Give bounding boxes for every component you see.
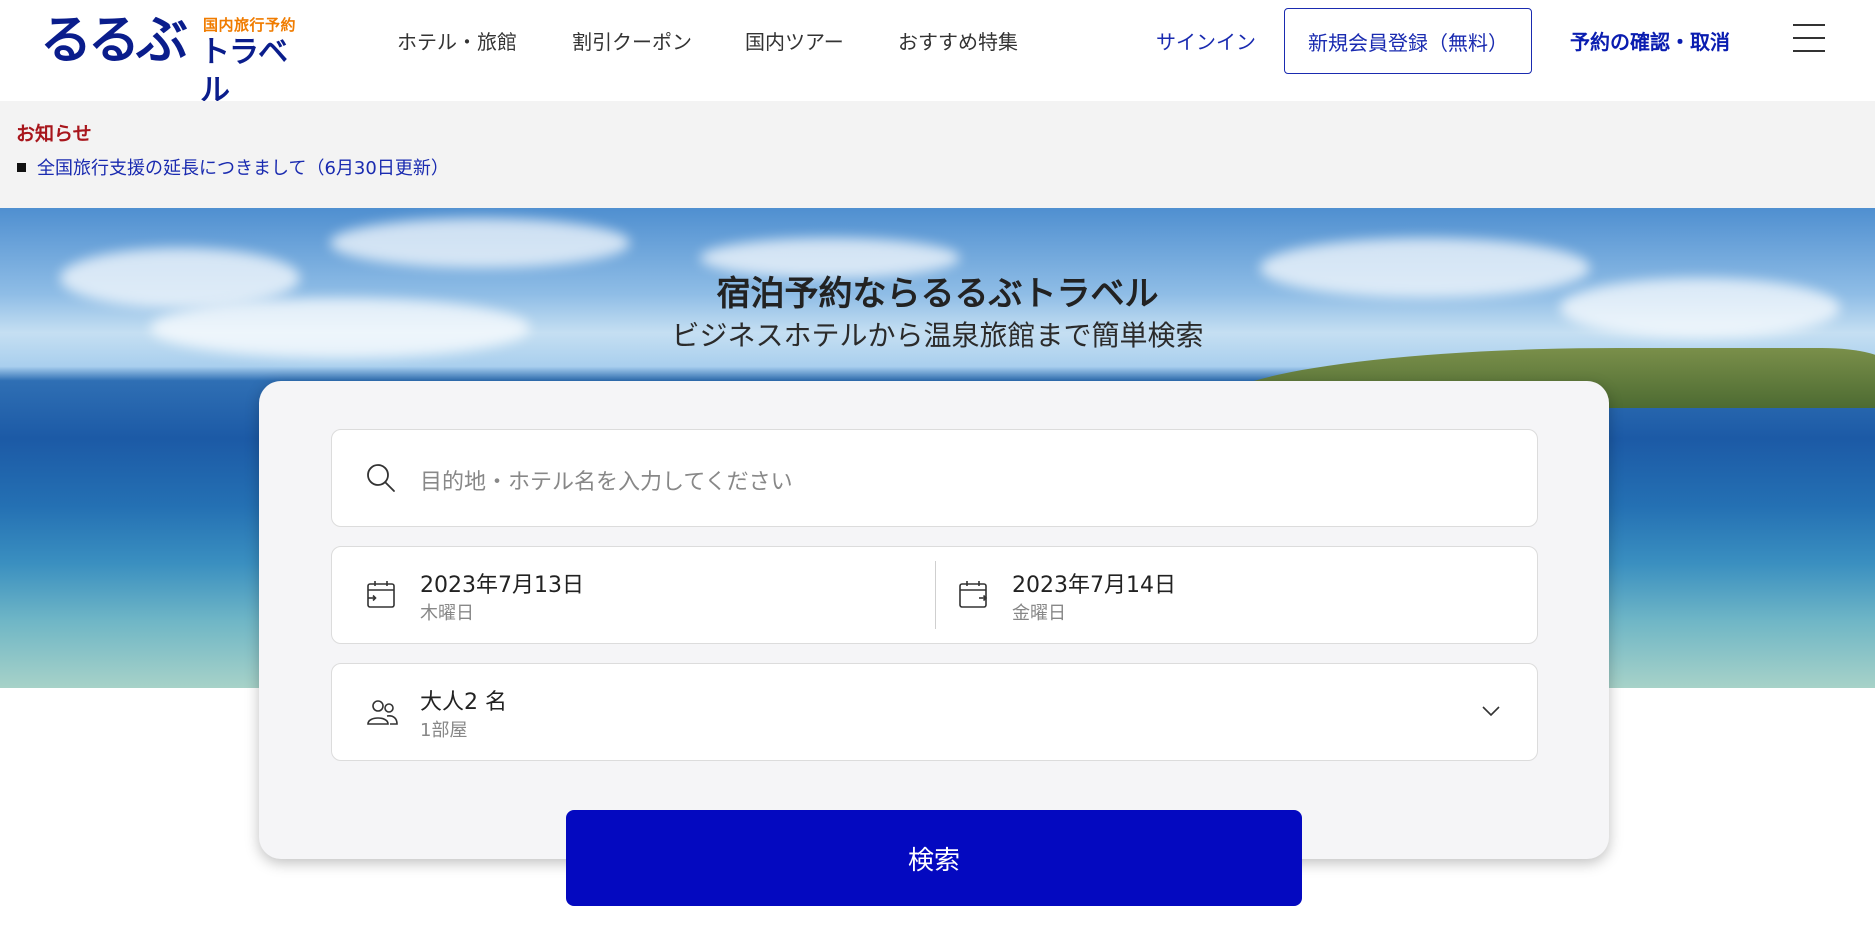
search-icon xyxy=(367,464,395,492)
nav-item-hotels[interactable]: ホテル・旅館 xyxy=(397,26,517,55)
notice-banner: お知らせ 全国旅行支援の延長につきまして（6月30日更新） xyxy=(0,101,1875,208)
checkout-date: 2023年7月14日 xyxy=(1012,573,1176,598)
site-logo[interactable]: るるぶ 国内旅行予約 トラベル xyxy=(40,10,315,108)
checkin-weekday: 木曜日 xyxy=(420,603,474,624)
signin-link[interactable]: サインイン xyxy=(1156,26,1256,55)
checkout-date-field[interactable]: 2023年7月14日 金曜日 xyxy=(924,547,1537,643)
calendar-checkin-icon xyxy=(367,581,395,608)
checkout-weekday: 金曜日 xyxy=(1012,603,1066,624)
logo-sub-text: 国内旅行予約 xyxy=(203,16,297,34)
site-header: るるぶ 国内旅行予約 トラベル ホテル・旅館 割引クーポン 国内ツアー おすすめ… xyxy=(0,0,1875,108)
calendar-checkout-icon xyxy=(959,581,988,608)
cloud-decoration xyxy=(330,218,630,268)
register-button[interactable]: 新規会員登録（無料） xyxy=(1284,8,1532,74)
guests-rooms: 1部屋 xyxy=(420,720,468,741)
hamburger-menu-icon[interactable] xyxy=(1793,24,1825,52)
nav-item-tours[interactable]: 国内ツアー xyxy=(745,26,844,55)
hero-subtitle: ビジネスホテルから温泉旅館まで簡単検索 xyxy=(671,319,1204,352)
logo-main-text: るるぶ xyxy=(40,11,188,71)
guests-selector[interactable]: 大人2 名 1部屋 xyxy=(331,663,1538,761)
people-icon xyxy=(367,700,398,725)
nav-item-coupons[interactable]: 割引クーポン xyxy=(572,26,692,55)
guests-adults: 大人2 名 xyxy=(420,690,507,715)
nav-item-features[interactable]: おすすめ特集 xyxy=(898,26,1018,55)
date-selector: 2023年7月13日 木曜日 2023年7月14日 金曜日 xyxy=(331,546,1538,644)
search-card: 目的地・ホテル名を入力してください 2023年7月13日 木曜日 2023年7月… xyxy=(259,381,1609,859)
search-placeholder: 目的地・ホテル名を入力してください xyxy=(420,470,793,495)
chevron-down-icon xyxy=(1482,706,1500,717)
hero-title: 宿泊予約ならるるぶトラベル xyxy=(716,274,1159,314)
checkin-date-field[interactable]: 2023年7月13日 木曜日 xyxy=(332,547,935,643)
search-button[interactable]: 検索 xyxy=(566,810,1302,906)
notice-link[interactable]: 全国旅行支援の延長につきまして（6月30日更新） xyxy=(37,154,449,180)
checkin-date: 2023年7月13日 xyxy=(420,573,584,598)
logo-travel-text: トラベル xyxy=(200,35,288,108)
square-bullet-icon xyxy=(17,163,26,172)
destination-search-input[interactable]: 目的地・ホテル名を入力してください xyxy=(331,429,1538,527)
notice-title: お知らせ xyxy=(16,123,92,145)
reservation-check-link[interactable]: 予約の確認・取消 xyxy=(1570,26,1730,55)
